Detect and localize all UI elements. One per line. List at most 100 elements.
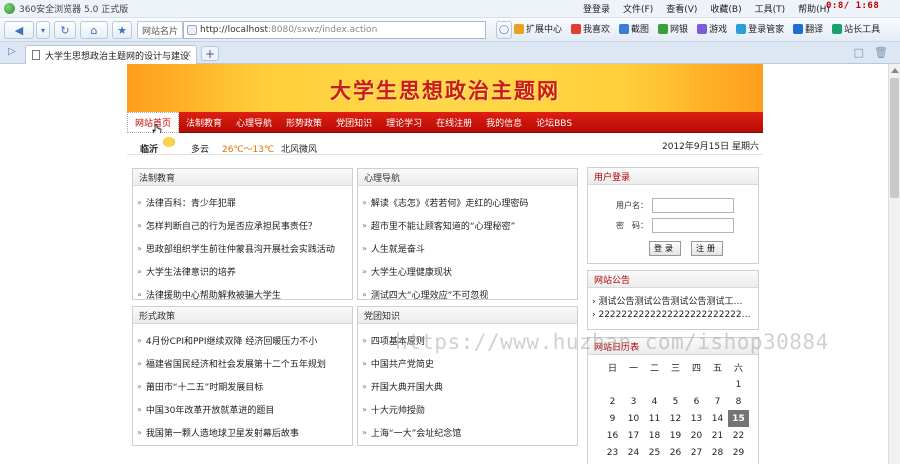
calendar-day[interactable]: 9 xyxy=(602,410,623,427)
trash-icon[interactable]: 🗑 xyxy=(874,46,888,59)
menu-view[interactable]: 查看(V) xyxy=(666,2,697,15)
calendar-day[interactable]: 2 xyxy=(602,393,623,410)
calendar-day[interactable]: 5 xyxy=(665,393,686,410)
list-item[interactable]: » 怎样判断自己的行为是否应承担民事责任？ xyxy=(137,214,352,237)
calendar-day[interactable]: 3 xyxy=(623,393,644,410)
current-date: 2012年9月15日 星期六 xyxy=(662,142,759,152)
nav-theory-study[interactable]: 理论学习 xyxy=(379,112,429,133)
tool-like[interactable]: 我喜欢 xyxy=(571,22,610,35)
list-item[interactable]: » 开国大典开国大典 xyxy=(362,375,577,398)
sidebar-toggle-icon[interactable]: ▷ xyxy=(8,46,16,57)
tool-extensions[interactable]: 扩展中心 xyxy=(514,22,562,35)
forward-button[interactable]: ▾ xyxy=(36,21,50,39)
nav-register[interactable]: 在线注册 xyxy=(429,112,479,133)
nav-psychology[interactable]: 心理导航 xyxy=(229,112,279,133)
nav-my-info[interactable]: 我的信息 xyxy=(479,112,529,133)
calendar-day[interactable]: 27 xyxy=(686,444,707,461)
panel-party-knowledge: 党团知识 » 四项基本原则 » 中国共产党简史 » 开国大典开国大典 » 十大元帅授勋 … xyxy=(357,306,578,446)
calendar-day[interactable]: 22 xyxy=(728,427,749,444)
list-item[interactable]: » 中国30年改革开放就革进的题目 xyxy=(137,398,352,421)
site-card-dropdown[interactable]: 网站名片 xyxy=(137,21,184,39)
login-button[interactable]: 登录 xyxy=(649,241,681,256)
menu-file[interactable]: 文件(F) xyxy=(623,2,653,15)
register-button[interactable]: 注册 xyxy=(691,241,723,256)
restore-icon[interactable]: □ xyxy=(854,46,864,59)
calendar-day[interactable]: 1 xyxy=(728,376,749,393)
tool-games[interactable]: 游戏 xyxy=(697,22,727,35)
calendar-day[interactable]: 25 xyxy=(644,444,665,461)
calendar-day[interactable]: 24 xyxy=(623,444,644,461)
list-item[interactable]: » 思政部组织学生前往仲蒙县沟开展社会实践活动 xyxy=(137,237,352,260)
list-item[interactable]: » 测试四大“心理效应”不可忽视 xyxy=(362,283,577,306)
calendar-day[interactable]: 14 xyxy=(707,410,728,427)
security-button[interactable]: ◯ xyxy=(496,21,512,39)
list-item[interactable]: » 4月份CPI和PPI继续双降 经济回暖压力不小 xyxy=(137,329,352,352)
notice-item[interactable]: › 2222222222222222222222222… xyxy=(592,310,758,326)
arrow-icon: » xyxy=(137,382,142,391)
nav-party-knowledge[interactable]: 党团知识 xyxy=(329,112,379,133)
calendar-day[interactable]: 6 xyxy=(686,393,707,410)
calendar-day[interactable]: 23 xyxy=(602,444,623,461)
close-tab-icon[interactable]: × xyxy=(184,49,192,60)
calendar-week: 23 24 25 26 27 28 29 xyxy=(602,444,749,461)
new-tab-button[interactable]: + xyxy=(201,46,219,61)
scroll-thumb[interactable] xyxy=(890,78,899,198)
nav-policy[interactable]: 形势政策 xyxy=(279,112,329,133)
list-item[interactable]: » 法律百科：青少年犯罪 xyxy=(137,191,352,214)
list-item[interactable]: » 十大元帅授勋 xyxy=(362,398,577,421)
puzzle-icon xyxy=(514,23,524,34)
calendar-day[interactable]: 21 xyxy=(707,427,728,444)
calendar-day[interactable]: 16 xyxy=(602,427,623,444)
calendar-day[interactable]: 28 xyxy=(707,444,728,461)
tool-screenshot[interactable]: 截图 xyxy=(619,22,649,35)
list-item[interactable]: » 中国共产党简史 xyxy=(362,352,577,375)
scroll-up-icon[interactable] xyxy=(891,68,899,73)
refresh-button[interactable]: ↻ xyxy=(54,21,76,39)
calendar-day[interactable]: 4 xyxy=(644,393,665,410)
list-item[interactable]: » 超市里不能让顾客知道的“心理秘密” xyxy=(362,214,577,237)
calendar-day[interactable]: 26 xyxy=(665,444,686,461)
list-item[interactable]: » 大学生心理健康现状 xyxy=(362,260,577,283)
calendar-day[interactable]: 8 xyxy=(728,393,749,410)
tab-active[interactable]: 大学生思想政治主题网的设计与建设 × xyxy=(25,45,197,64)
notice-item[interactable]: › 测试公告测试公告测试公告测试工… xyxy=(592,294,758,310)
list-item[interactable]: » 福建省国民经济和社会发展第十二个五年规划 xyxy=(137,352,352,375)
menu-tools[interactable]: 工具(T) xyxy=(755,2,786,15)
calendar-day[interactable]: 7 xyxy=(707,393,728,410)
calendar-day[interactable]: 11 xyxy=(644,410,665,427)
list-item[interactable]: » 人生就是奋斗 xyxy=(362,237,577,260)
calendar-day[interactable]: 19 xyxy=(665,427,686,444)
tool-bank[interactable]: 网银 xyxy=(658,22,688,35)
list-item[interactable]: » 解读《志怎》《若若何》走红的心理密码 xyxy=(362,191,577,214)
calendar-day[interactable]: 17 xyxy=(623,427,644,444)
nav-legal-education[interactable]: 法制教育 xyxy=(179,112,229,133)
calendar-day[interactable]: 10 xyxy=(623,410,644,427)
list-item[interactable]: » 大学生法律意识的培养 xyxy=(137,260,352,283)
password-input[interactable] xyxy=(652,217,734,233)
list-item[interactable]: » 四项基本原则 xyxy=(362,329,577,352)
calendar-day[interactable]: 13 xyxy=(686,410,707,427)
page-scrollbar[interactable] xyxy=(888,64,900,464)
address-bar[interactable]: http://localhost:8080/sxwz/index.action xyxy=(183,21,486,39)
tool-login-manager[interactable]: 登录管家 xyxy=(736,22,784,35)
tool-webmaster[interactable]: 站长工具 xyxy=(832,22,880,35)
menu-favorites[interactable]: 收藏(B) xyxy=(710,2,741,15)
calendar-today[interactable]: 15 xyxy=(728,410,749,427)
calendar-day[interactable]: 29 xyxy=(728,444,749,461)
tool-translate[interactable]: 翻译 xyxy=(793,22,823,35)
nav-forum[interactable]: 论坛BBS xyxy=(529,112,579,133)
list-item[interactable]: » 我国第一颗人造地球卫星发射幕后故事 xyxy=(137,421,352,444)
calendar-day[interactable]: 20 xyxy=(686,427,707,444)
banner-title: 大学生思想政治主题网 xyxy=(330,79,560,103)
list-item[interactable]: » 法律援助中心帮助解救被骗大学生 xyxy=(137,283,352,306)
back-button[interactable]: ◀ xyxy=(4,21,34,39)
username-input[interactable] xyxy=(652,197,734,213)
arrow-icon: » xyxy=(137,359,142,368)
list-item[interactable]: » 上海“一大”会址纪念馆 xyxy=(362,421,577,444)
menu-login[interactable]: 登登录 xyxy=(583,2,610,15)
calendar-day[interactable]: 18 xyxy=(644,427,665,444)
calendar-day[interactable]: 12 xyxy=(665,410,686,427)
favorite-button[interactable]: ★ xyxy=(112,21,132,39)
home-button[interactable]: ⌂ xyxy=(80,21,108,39)
list-item[interactable]: » 莆田市“十二五”时期发展目标 xyxy=(137,375,352,398)
